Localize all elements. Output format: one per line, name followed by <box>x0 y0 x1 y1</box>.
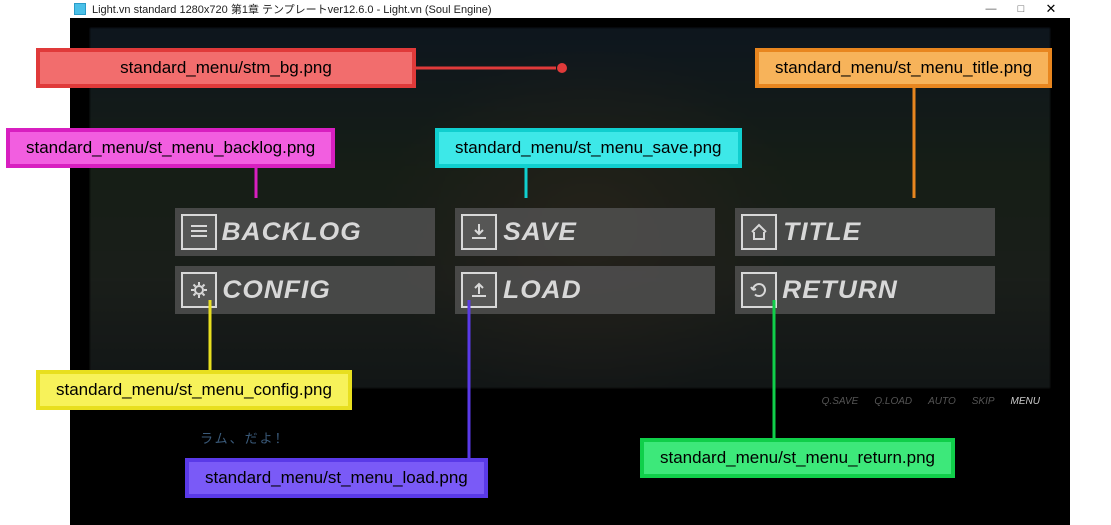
annotation-config: standard_menu/st_menu_config.png <box>36 370 352 410</box>
qsave-button[interactable]: Q.SAVE <box>822 396 859 407</box>
annotation-save: standard_menu/st_menu_save.png <box>435 128 742 168</box>
annotation-return: standard_menu/st_menu_return.png <box>640 438 955 478</box>
upload-icon <box>461 272 497 308</box>
maximize-button[interactable]: □ <box>1006 0 1036 18</box>
app-icon <box>74 3 86 15</box>
auto-button[interactable]: AUTO <box>928 396 956 407</box>
dialogue-text: ラム、だよ！ <box>200 428 290 447</box>
annotation-bg: standard_menu/stm_bg.png <box>36 48 416 88</box>
config-label: CONFIG <box>222 276 330 305</box>
refresh-icon <box>741 272 777 308</box>
window-title: Light.vn standard 1280x720 第1章 テンプレートver… <box>92 1 492 17</box>
standard-menu: BACKLOG SAVE TITLE CONFIG <box>175 208 995 314</box>
skip-button[interactable]: SKIP <box>972 396 995 407</box>
home-icon <box>741 214 777 250</box>
title-label: TITLE <box>783 218 861 247</box>
return-button[interactable]: RETURN <box>735 266 995 314</box>
download-icon <box>461 214 497 250</box>
annotation-load: standard_menu/st_menu_load.png <box>185 458 488 498</box>
qload-button[interactable]: Q.LOAD <box>874 396 912 407</box>
annotation-title: standard_menu/st_menu_title.png <box>755 48 1052 88</box>
return-label: RETURN <box>782 276 898 305</box>
list-icon <box>181 214 217 250</box>
load-label: LOAD <box>503 276 582 305</box>
annotation-backlog: standard_menu/st_menu_backlog.png <box>6 128 335 168</box>
backlog-label: BACKLOG <box>222 218 362 247</box>
menu-button[interactable]: MENU <box>1011 396 1040 407</box>
close-button[interactable]: ✕ <box>1036 0 1066 18</box>
title-button[interactable]: TITLE <box>735 208 995 256</box>
gear-icon <box>181 272 217 308</box>
titlebar[interactable]: Light.vn standard 1280x720 第1章 テンプレートver… <box>70 0 1070 18</box>
save-label: SAVE <box>503 218 577 247</box>
load-button[interactable]: LOAD <box>455 266 715 314</box>
minimize-button[interactable]: — <box>976 0 1006 18</box>
save-button[interactable]: SAVE <box>455 208 715 256</box>
config-button[interactable]: CONFIG <box>175 266 435 314</box>
backlog-button[interactable]: BACKLOG <box>175 208 435 256</box>
